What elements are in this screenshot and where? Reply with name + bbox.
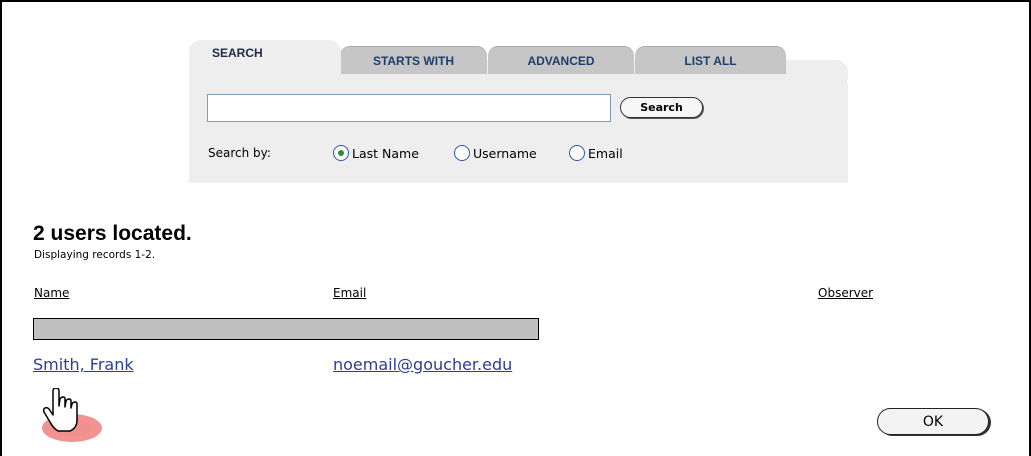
- results-count-heading: 2 users located.: [33, 222, 192, 245]
- search-by-label: Search by:: [208, 146, 271, 160]
- search-input[interactable]: [207, 94, 611, 122]
- user-name-link[interactable]: Smith, Frank: [33, 355, 134, 374]
- tab-label: ADVANCED: [527, 53, 595, 68]
- column-header-email[interactable]: Email: [333, 286, 366, 300]
- records-range-text: Displaying records 1-2.: [34, 249, 156, 261]
- radio-unselected-icon: [569, 145, 585, 161]
- user-email-link[interactable]: noemail@goucher.edu: [333, 355, 512, 374]
- radio-selected-icon: [333, 145, 349, 161]
- radio-email[interactable]: Email: [569, 145, 623, 161]
- radio-label: Last Name: [352, 145, 419, 161]
- tab-label: STARTS WITH: [372, 53, 455, 68]
- ok-button[interactable]: OK: [877, 408, 989, 435]
- search-panel: [189, 74, 848, 183]
- hand-pointer-icon: [42, 388, 102, 442]
- tab-list-all[interactable]: LIST ALL: [635, 46, 786, 74]
- tab-advanced[interactable]: ADVANCED: [488, 46, 634, 74]
- radio-last-name[interactable]: Last Name: [333, 145, 419, 161]
- tab-search[interactable]: SEARCH: [189, 40, 341, 74]
- radio-label: Email: [588, 145, 623, 161]
- radio-label: Username: [473, 145, 537, 161]
- radio-username[interactable]: Username: [454, 145, 537, 161]
- redacted-row: [33, 318, 539, 340]
- column-header-observer[interactable]: Observer: [818, 286, 873, 300]
- search-button[interactable]: Search: [620, 97, 703, 118]
- tab-label: LIST ALL: [684, 53, 737, 68]
- radio-unselected-icon: [454, 145, 470, 161]
- column-header-name[interactable]: Name: [34, 286, 69, 300]
- tab-starts-with[interactable]: STARTS WITH: [340, 46, 487, 74]
- tab-label: SEARCH: [212, 46, 263, 60]
